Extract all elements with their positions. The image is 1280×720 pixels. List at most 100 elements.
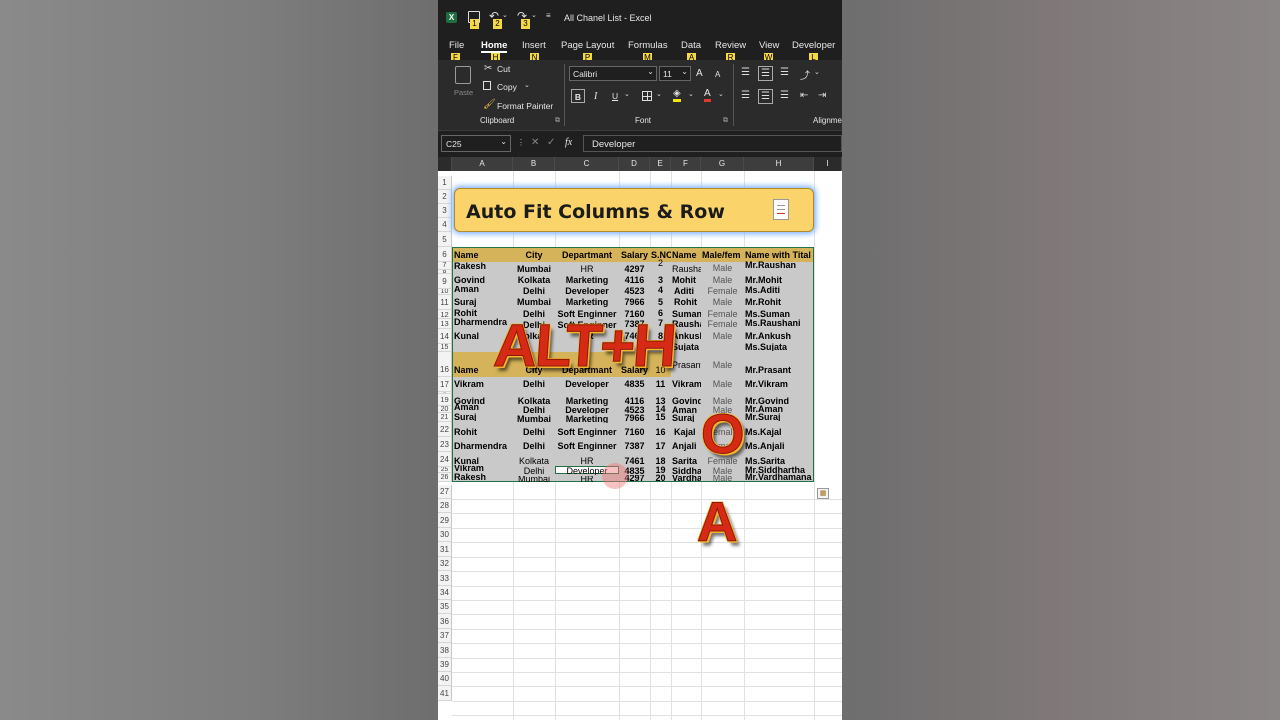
- row-header[interactable]: 14: [438, 329, 452, 344]
- cell-b[interactable]: Delhi: [513, 441, 555, 452]
- cell-h[interactable]: Mr.Raushan: [745, 261, 814, 270]
- cell-h[interactable]: Mr.Suraj: [745, 413, 814, 421]
- underline-button[interactable]: U: [612, 91, 618, 101]
- cell-f[interactable]: Sujata: [672, 343, 701, 351]
- cell-c[interactable]: Soft Enginner: [555, 427, 619, 438]
- name-box[interactable]: C25 ⌄: [441, 135, 511, 152]
- cell-c[interactable]: Marketing: [555, 297, 619, 308]
- align-left-icon[interactable]: ☰: [741, 91, 750, 101]
- chevron-down-icon[interactable]: ⌄: [524, 81, 530, 89]
- insert-function-button[interactable]: fx: [565, 137, 572, 148]
- cell-h[interactable]: Mr.Ankush: [745, 331, 814, 342]
- row-header[interactable]: 33: [438, 571, 452, 586]
- cell-e[interactable]: 15: [650, 413, 671, 421]
- column-header-b[interactable]: B: [513, 157, 555, 171]
- cell-h16[interactable]: Mr.Prasant: [745, 365, 814, 376]
- cell-e[interactable]: 19: [650, 466, 671, 474]
- align-center-icon[interactable]: ☰: [758, 89, 773, 104]
- dialog-launcher-icon[interactable]: ⧉: [723, 117, 728, 125]
- tab-page-layout[interactable]: Page Layout: [561, 40, 614, 51]
- cell-g[interactable]: Male: [701, 263, 744, 274]
- cell-f[interactable]: Rohit: [674, 297, 701, 308]
- shrink-font-button[interactable]: A: [715, 70, 720, 79]
- column-header-h[interactable]: H: [744, 157, 814, 171]
- increase-indent-icon[interactable]: ⇥: [818, 91, 826, 101]
- orientation-icon[interactable]: ⤴: [800, 67, 810, 82]
- row-header[interactable]: 29: [438, 513, 452, 528]
- row-header[interactable]: 36: [438, 614, 452, 629]
- cell-a[interactable]: Vikram: [454, 465, 512, 472]
- tab-home[interactable]: Home: [481, 40, 508, 53]
- column-header-g[interactable]: G: [701, 157, 744, 171]
- cell-a[interactable]: Govind: [454, 275, 512, 286]
- cell-h[interactable]: Ms.Anjali: [745, 441, 814, 452]
- copy-button[interactable]: Copy: [497, 82, 517, 92]
- fill-color-icon[interactable]: ◈: [673, 89, 681, 102]
- cell-f[interactable]: Sarita: [672, 456, 701, 467]
- cell-c[interactable]: Soft Enginner: [555, 441, 619, 452]
- cell-d[interactable]: 4523: [619, 287, 650, 295]
- cell-g[interactable]: Female: [701, 287, 744, 295]
- cell-e[interactable]: 5: [650, 297, 671, 308]
- font-color-button[interactable]: A: [704, 89, 711, 102]
- cell-a[interactable]: Aman: [454, 404, 512, 411]
- grow-font-button[interactable]: A: [696, 68, 703, 79]
- cell-a[interactable]: Rakesh: [454, 262, 512, 271]
- row-header[interactable]: 31: [438, 542, 452, 557]
- row-header[interactable]: 12: [438, 310, 452, 319]
- worksheet-grid[interactable]: 1 2 3 4 5 6 7 8 9 10 11 12 13 14 15 16 1…: [438, 171, 842, 720]
- cell-f[interactable]: Suraj: [672, 414, 701, 422]
- cell-e[interactable]: 2: [650, 259, 671, 267]
- chevron-down-icon[interactable]: ⌄: [502, 11, 508, 19]
- row-header[interactable]: 5: [438, 232, 452, 247]
- row-header[interactable]: 9: [438, 274, 452, 289]
- row-header[interactable]: 17: [438, 377, 452, 392]
- bold-button[interactable]: B: [571, 89, 585, 103]
- cell-g16[interactable]: Male: [701, 360, 744, 371]
- cell-c[interactable]: Marketing: [555, 275, 619, 286]
- paste-button[interactable]: Paste: [454, 88, 473, 97]
- cell-h[interactable]: Ms.Kajal: [745, 427, 814, 438]
- font-name-select[interactable]: Calibri ⌄: [569, 66, 657, 81]
- header-salary[interactable]: Salary: [619, 250, 650, 261]
- header-name-with-title[interactable]: Name with Tital: [745, 250, 820, 261]
- row-header[interactable]: 21: [438, 413, 452, 422]
- cell-f[interactable]: Raushan: [672, 264, 701, 275]
- header-name-2[interactable]: Name: [672, 250, 701, 261]
- cell-b[interactable]: Mumbai: [513, 264, 555, 275]
- row-header[interactable]: 38: [438, 643, 452, 658]
- cell-h[interactable]: Mr.Vardhamana: [745, 473, 814, 481]
- cancel-icon[interactable]: ✕: [531, 137, 539, 148]
- cell-f[interactable]: Aman: [672, 406, 701, 414]
- row-header[interactable]: 24: [438, 452, 452, 467]
- cell-g[interactable]: Female: [701, 319, 744, 330]
- cell-g[interactable]: Male: [701, 297, 744, 308]
- cell-d[interactable]: 4523: [619, 406, 650, 414]
- cell-a[interactable]: Dharmendra: [454, 441, 512, 452]
- formula-input[interactable]: Developer: [583, 135, 842, 152]
- cell-h[interactable]: Mr.Rohit: [745, 297, 814, 308]
- row-header[interactable]: 27: [438, 485, 452, 499]
- cell-f[interactable]: Vardhaman: [672, 475, 701, 482]
- decrease-indent-icon[interactable]: ⇤: [800, 91, 808, 101]
- row-header[interactable]: 40: [438, 672, 452, 686]
- cell-e[interactable]: 11: [650, 379, 671, 390]
- cell-d[interactable]: 4116: [619, 275, 650, 286]
- cell-a[interactable]: Aman: [454, 286, 512, 293]
- cell-b[interactable]: Delhi: [513, 287, 555, 295]
- font-size-select[interactable]: 11 ⌄: [659, 66, 691, 81]
- cell-e[interactable]: 3: [650, 275, 671, 286]
- italic-button[interactable]: I: [594, 91, 597, 102]
- tab-developer[interactable]: Developer: [792, 40, 835, 51]
- header-department[interactable]: Departmant: [555, 250, 619, 261]
- cell-h[interactable]: Mr.Aman: [745, 405, 814, 413]
- select-all-corner[interactable]: [438, 157, 452, 171]
- row-header[interactable]: 7: [438, 262, 452, 270]
- row-header[interactable]: 28: [438, 499, 452, 513]
- row-header[interactable]: 23: [438, 437, 452, 452]
- row-header[interactable]: 22: [438, 422, 452, 437]
- paste-options-icon[interactable]: ▦: [817, 488, 829, 499]
- row-header[interactable]: 30: [438, 528, 452, 542]
- row-header[interactable]: 1: [438, 176, 452, 190]
- align-top-icon[interactable]: ☰: [741, 68, 750, 78]
